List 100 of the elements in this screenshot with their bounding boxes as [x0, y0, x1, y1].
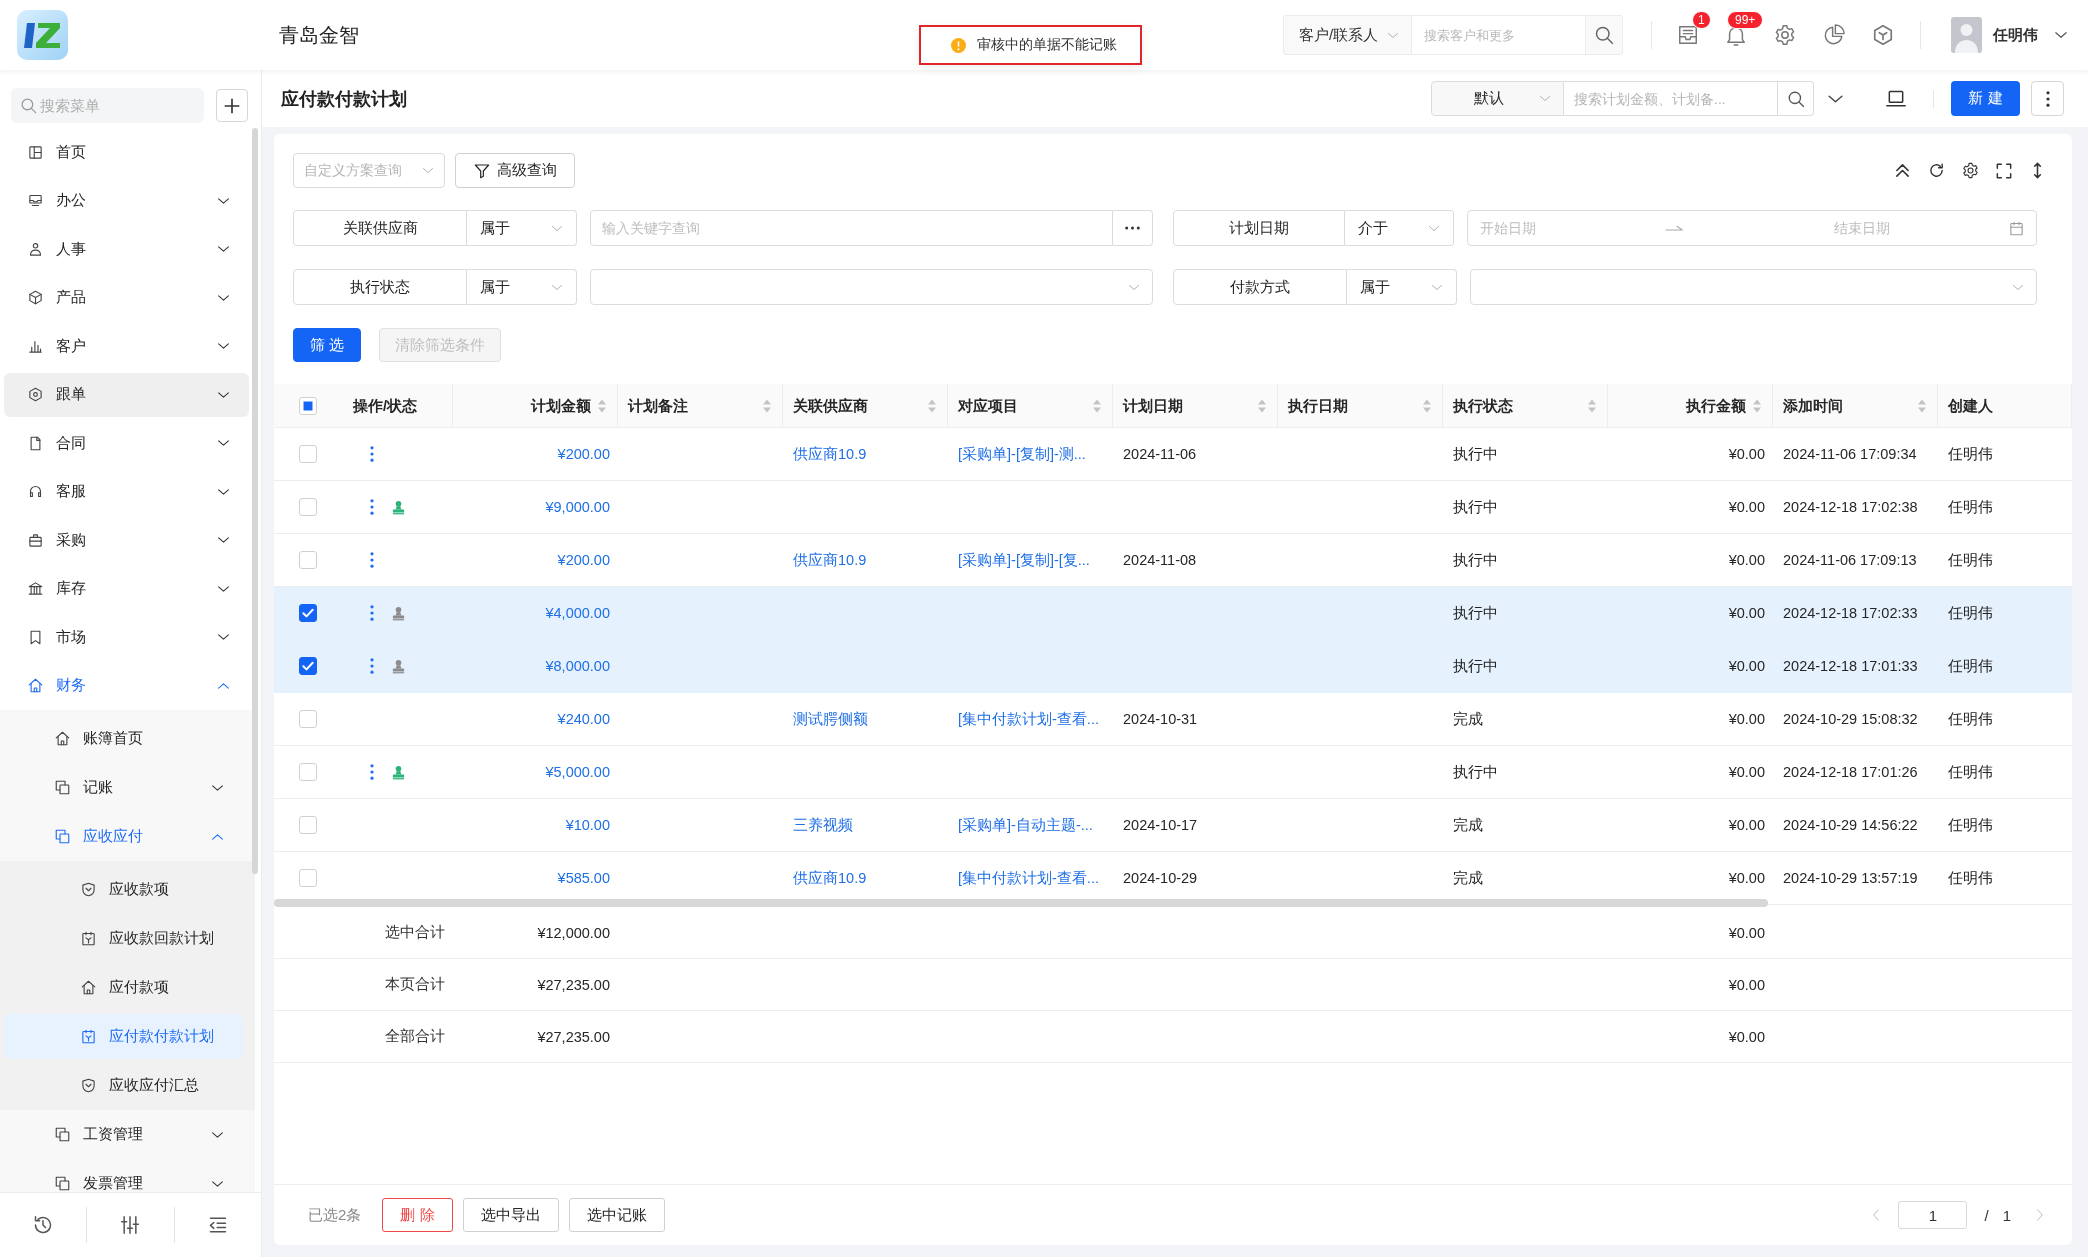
table-link[interactable]: [集中付款计划-查看...	[958, 868, 1099, 888]
table-link[interactable]: 三养视频	[793, 815, 853, 835]
menu-item[interactable]: 合同	[4, 421, 249, 466]
scope-select[interactable]: 客户/联系人	[1283, 15, 1412, 55]
menu-item[interactable]: 应付款项	[4, 965, 243, 1010]
operator-select[interactable]: 属于	[467, 269, 577, 305]
search-input[interactable]: 搜索计划金额、计划备...	[1564, 81, 1778, 116]
menu-item[interactable]: 应收应付	[4, 814, 243, 859]
search-input[interactable]: 搜索客户和更多	[1412, 15, 1586, 55]
export-button[interactable]: 选中导出	[462, 1198, 559, 1232]
menu-item[interactable]: 工资管理	[4, 1112, 243, 1157]
inbox-icon[interactable]	[1677, 24, 1699, 46]
menu-item[interactable]: 应付款付款计划	[4, 1014, 243, 1059]
menu-collapse-icon[interactable]	[207, 1215, 228, 1235]
date-range-field[interactable]: 开始日期 结束日期	[1467, 210, 2037, 246]
notification-badge: 99+	[1727, 11, 1764, 29]
operator-select[interactable]: 介于	[1344, 210, 1454, 246]
menu-item[interactable]: 市场	[4, 615, 249, 660]
search-input[interactable]: 搜索菜单	[11, 88, 204, 123]
double-chevron-up-icon[interactable]	[1894, 162, 1911, 179]
more-icon[interactable]	[370, 446, 374, 462]
menu-item[interactable]: 发票管理	[4, 1161, 243, 1192]
row-checkbox[interactable]	[299, 657, 317, 675]
add-button[interactable]	[216, 89, 248, 122]
table-link[interactable]: ¥9,000.00	[545, 499, 610, 515]
more-button[interactable]	[2031, 81, 2064, 116]
table-cell-text: 完成	[1452, 815, 1484, 835]
table-link[interactable]: ¥5,000.00	[545, 764, 610, 780]
menu-item[interactable]: 库存	[4, 566, 249, 611]
fullscreen-icon[interactable]	[1996, 162, 2012, 179]
menu-item[interactable]: 产品	[4, 275, 249, 320]
more-icon[interactable]	[370, 552, 374, 568]
view-select[interactable]: 默认	[1431, 81, 1564, 116]
history-icon[interactable]	[33, 1215, 54, 1235]
chevron-down-icon[interactable]	[2054, 31, 2068, 39]
menu-item[interactable]: 账簿首页	[4, 716, 243, 761]
menu-item[interactable]: 财务	[4, 663, 249, 708]
table-link[interactable]: 测试腭侧额	[793, 709, 868, 729]
table-link[interactable]: [采购单]-[复制]-[复...	[958, 550, 1090, 570]
more-icon[interactable]	[370, 658, 374, 674]
settings-icon[interactable]	[1962, 162, 1979, 179]
operator-select[interactable]: 属于	[467, 210, 577, 246]
select-field[interactable]	[590, 269, 1153, 305]
chevron-down-icon[interactable]	[1827, 93, 1844, 104]
laptop-icon[interactable]	[1886, 88, 1906, 109]
more-icon[interactable]	[370, 605, 374, 621]
search-button[interactable]	[1778, 81, 1814, 116]
headset-icon	[28, 484, 43, 500]
more-icon[interactable]	[370, 764, 374, 780]
table-link[interactable]: ¥8,000.00	[545, 658, 610, 674]
table-link[interactable]: 供应商10.9	[793, 550, 867, 570]
table-cell-text: ¥0.00	[1727, 657, 1766, 676]
new-button[interactable]: 新 建	[1951, 81, 2020, 116]
page-input[interactable]: 1	[1898, 1201, 1968, 1229]
refresh-icon[interactable]	[1928, 162, 1945, 179]
select-all-checkbox[interactable]	[299, 397, 317, 415]
scrollbar[interactable]	[274, 899, 1768, 907]
sliders-icon[interactable]	[120, 1215, 141, 1235]
search-icon	[1786, 89, 1805, 108]
menu-item[interactable]: 首页	[4, 130, 249, 175]
table-link[interactable]: ¥4,000.00	[545, 605, 610, 621]
table-link[interactable]: [采购单]-自动主题-...	[958, 815, 1093, 835]
shield-icon	[81, 1078, 96, 1093]
menu-item[interactable]: 应收款项	[4, 867, 243, 912]
menu-item[interactable]: 办公	[4, 178, 249, 223]
table-link[interactable]: 供应商10.9	[793, 868, 867, 888]
table-link[interactable]: [采购单]-[复制]-测...	[958, 444, 1086, 464]
pie-chart-icon[interactable]	[1823, 24, 1845, 46]
menu-item[interactable]: 客服	[4, 469, 249, 514]
table-cell-text: 2024-12-18 17:02:38	[1782, 498, 1919, 517]
table-cell-text: ¥0.00	[1727, 869, 1766, 888]
menu-item[interactable]: 跟单	[4, 372, 249, 417]
cube-icon[interactable]	[1872, 24, 1894, 46]
post-button[interactable]: 选中记账	[568, 1198, 665, 1232]
operator-select[interactable]: 属于	[1347, 269, 1457, 305]
scrollbar[interactable]	[252, 128, 258, 874]
menu-item[interactable]: 客户	[4, 324, 249, 369]
filter-button[interactable]: 筛 选	[293, 328, 361, 362]
menu-item[interactable]: 人事	[4, 227, 249, 272]
row-checkbox[interactable]	[299, 604, 317, 622]
delete-button[interactable]: 删 除	[382, 1198, 453, 1232]
table-cell-text: 2024-10-29	[1122, 869, 1199, 888]
select-field[interactable]	[1470, 269, 2037, 305]
table-link[interactable]: ¥240.00	[557, 711, 610, 727]
keyword-input[interactable]: 输入关键字查询	[590, 210, 1113, 246]
advanced-search-button[interactable]: 高级查询	[455, 153, 575, 188]
more-icon[interactable]	[370, 499, 374, 515]
table-link[interactable]: [集中付款计划-查看...	[958, 709, 1099, 729]
menu-item[interactable]: 采购	[4, 518, 249, 563]
table-link[interactable]: 供应商10.9	[793, 444, 867, 464]
table-link[interactable]: ¥200.00	[557, 552, 610, 568]
search-button[interactable]	[1586, 15, 1623, 55]
menu-item[interactable]: 应收应付汇总	[4, 1063, 243, 1108]
table-link[interactable]: ¥10.00	[565, 817, 610, 833]
menu-item[interactable]: 应收款回款计划	[4, 916, 243, 961]
menu-item[interactable]: 记账	[4, 765, 243, 810]
table-cell-text: ¥0.00	[1727, 763, 1766, 782]
table-link[interactable]: ¥585.00	[557, 870, 610, 886]
table-link[interactable]: ¥200.00	[557, 446, 610, 462]
user-name[interactable]: 任明伟	[1993, 25, 2038, 45]
